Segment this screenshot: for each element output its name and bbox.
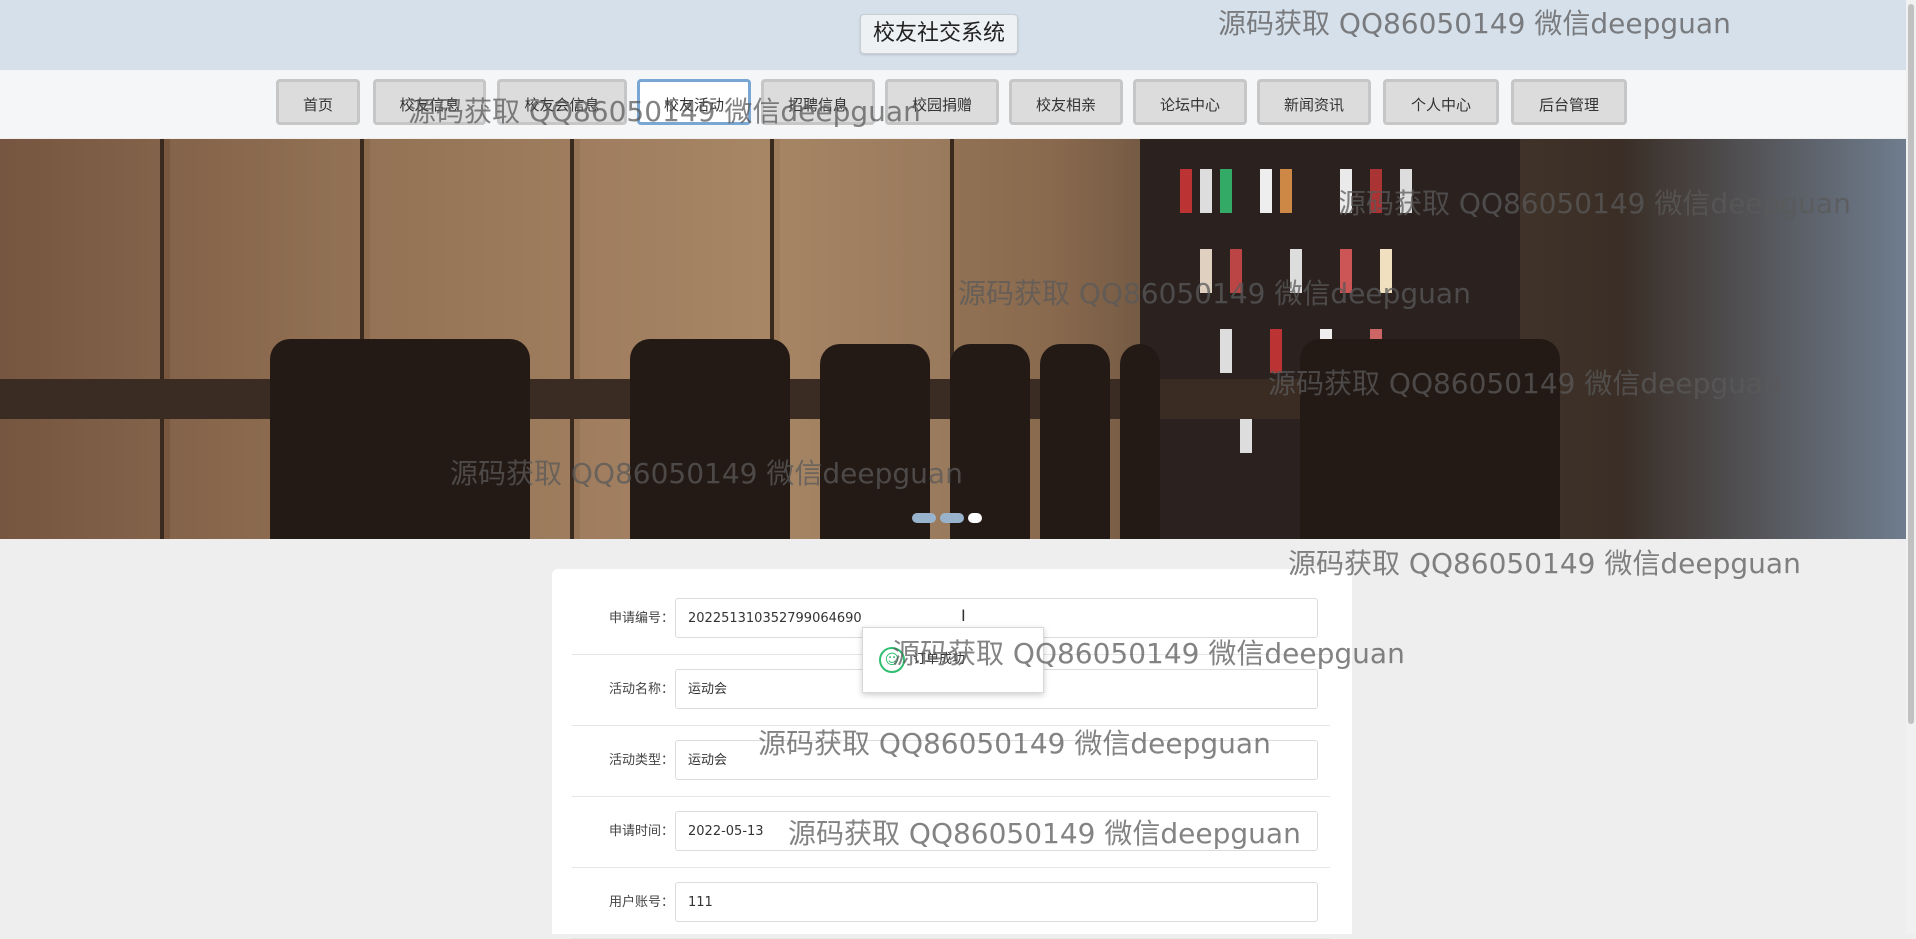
nav-item-personal-center[interactable]: 个人中心 [1383, 79, 1499, 125]
form-row-user-account: 用户账号： 111 [572, 868, 1330, 939]
nav-item-news[interactable]: 新闻资讯 [1257, 79, 1371, 125]
carousel-indicators [912, 508, 986, 527]
page-scrollbar[interactable] [1906, 0, 1916, 934]
form-row-activity-type: 活动类型： 运动会 [572, 726, 1330, 797]
header: 校友社交系统 [0, 0, 1906, 71]
nav-item-dating[interactable]: 校友相亲 [1009, 79, 1123, 125]
success-toast: ☺ 订单成功 [862, 627, 1044, 693]
activity-name-label: 活动名称： [608, 682, 674, 697]
nav-item-home[interactable]: 首页 [276, 79, 360, 125]
nav-item-alumni-info[interactable]: 校友信息 [373, 79, 486, 125]
carousel-dot-3[interactable] [968, 513, 982, 523]
watermark: 源码获取 QQ86050149 微信deepguan [1288, 547, 1801, 580]
nav-item-alumni-activity[interactable]: 校友活动 [637, 79, 751, 125]
application-time-label: 申请时间： [608, 824, 674, 839]
nav-item-donation[interactable]: 校园捐赠 [885, 79, 999, 125]
user-account-input[interactable]: 111 [675, 882, 1318, 922]
scrollbar-thumb[interactable] [1908, 4, 1914, 724]
application-number-label: 申请编号： [608, 611, 674, 626]
nav-item-admin[interactable]: 后台管理 [1511, 79, 1627, 125]
carousel-dot-1[interactable] [912, 513, 936, 523]
carousel-dot-2[interactable] [940, 513, 964, 523]
banner-carousel [0, 139, 1906, 539]
toast-message: 订单成功 [913, 652, 966, 667]
activity-application-form: 申请编号： 202251310352799064690 活动名称： 运动会 活动… [552, 569, 1352, 939]
nav-item-forum[interactable]: 论坛中心 [1133, 79, 1247, 125]
smile-icon: ☺ [879, 647, 905, 673]
main-nav: 首页 校友信息 校友会信息 校友活动 招聘信息 校园捐赠 校友相亲 论坛中心 新… [0, 70, 1906, 138]
user-account-label: 用户账号： [608, 895, 674, 910]
site-title: 校友社交系统 [860, 14, 1019, 54]
nav-item-recruitment[interactable]: 招聘信息 [761, 79, 875, 125]
activity-type-input[interactable]: 运动会 [675, 740, 1318, 780]
activity-type-label: 活动类型： [608, 753, 674, 768]
nav-item-alumni-association[interactable]: 校友会信息 [497, 79, 627, 125]
text-cursor-icon: I [961, 606, 966, 625]
form-row-application-time: 申请时间： 2022-05-13 [572, 797, 1330, 868]
application-time-input[interactable]: 2022-05-13 [675, 811, 1318, 851]
